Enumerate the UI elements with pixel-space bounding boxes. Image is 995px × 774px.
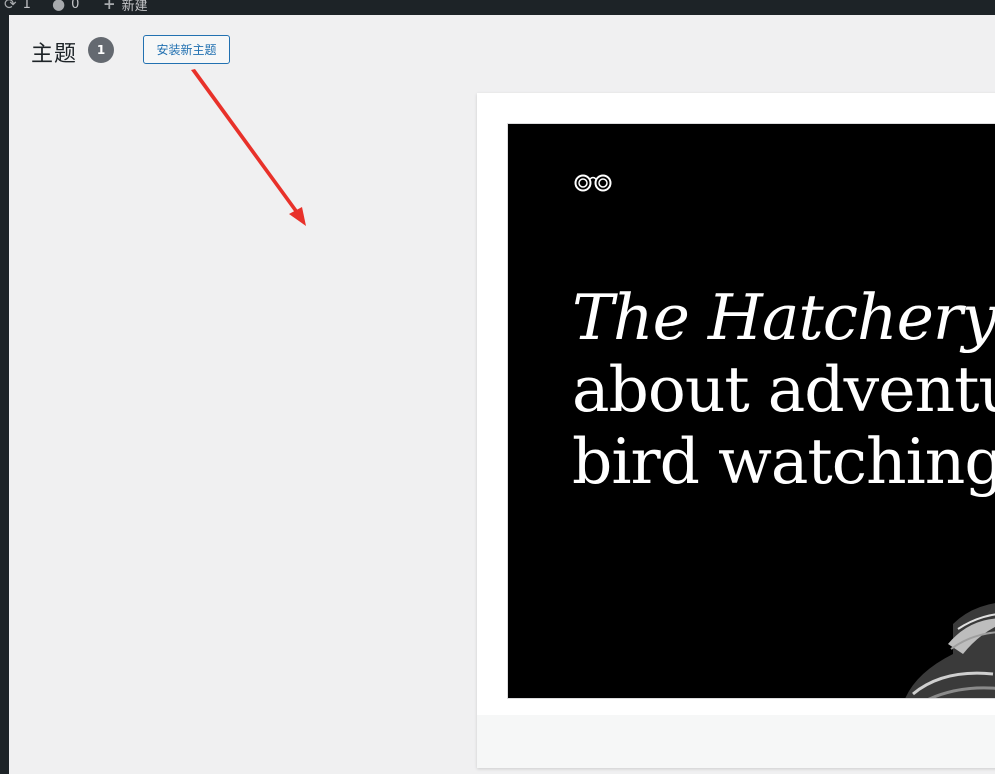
theme-count-badge: 1: [88, 37, 114, 63]
theme-screenshot[interactable]: The Hatchery: a about adventur bird watc…: [507, 123, 995, 699]
theme-card[interactable]: The Hatchery: a about adventur bird watc…: [477, 93, 995, 768]
headline-italic: The Hatchery:: [572, 281, 995, 354]
add-new-theme-button[interactable]: 安装新主题: [143, 35, 230, 64]
bird-illustration-icon: [905, 603, 995, 698]
plus-icon: +: [103, 0, 116, 13]
binoculars-logo-icon: [574, 174, 612, 192]
updates-menu[interactable]: ⟳ 1: [4, 0, 31, 14]
admin-sidebar-overlay: [0, 15, 9, 774]
comment-icon: ●: [52, 0, 66, 13]
headline-line-3: bird watching.: [572, 425, 995, 498]
headline-line-2: about adventur: [572, 353, 995, 426]
theme-card-footer[interactable]: [477, 715, 995, 768]
new-label: 新建: [121, 0, 148, 14]
comments-menu[interactable]: ● 0: [52, 0, 79, 14]
admin-toolbar: ⟳ 1 ● 0 + 新建: [0, 0, 995, 15]
page-title: 主题: [31, 42, 78, 67]
headline-line-1: The Hatchery: a: [572, 282, 995, 354]
refresh-icon: ⟳: [4, 0, 17, 13]
comments-count: 0: [71, 0, 80, 12]
new-content-menu[interactable]: + 新建: [103, 0, 148, 14]
updates-count: 1: [22, 0, 31, 12]
annotation-arrow-head: [289, 207, 306, 226]
theme-headline: The Hatchery: a about adventur bird watc…: [572, 282, 995, 498]
annotation-arrow-shaft: [191, 69, 299, 214]
